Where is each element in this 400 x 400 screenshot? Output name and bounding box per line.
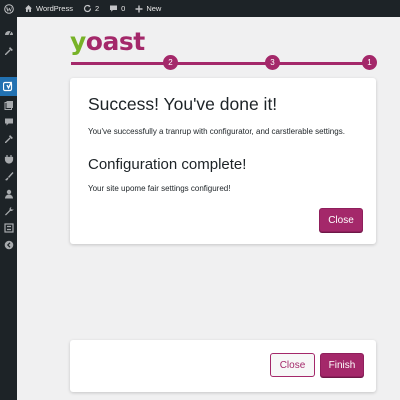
updates-count: 2 bbox=[94, 4, 100, 13]
pin-icon[interactable] bbox=[3, 133, 14, 144]
configuration-detail: Your site upome fair settings configured… bbox=[88, 184, 231, 193]
updates-icon bbox=[83, 4, 92, 13]
yoast-logo: yoast bbox=[70, 27, 145, 56]
plus-icon bbox=[135, 5, 143, 12]
dashboard-icon[interactable] bbox=[3, 27, 14, 38]
configuration-heading: Configuration complete! bbox=[88, 156, 247, 173]
footer-card: Close Finish bbox=[70, 340, 376, 392]
step-circle[interactable]: 1 bbox=[362, 55, 377, 70]
success-card: Success! You've done it! You've successf… bbox=[70, 78, 376, 244]
yoast-icon[interactable] bbox=[3, 81, 14, 92]
updates-item[interactable]: 2 bbox=[78, 0, 104, 17]
success-title: Success! You've done it! bbox=[88, 94, 278, 114]
footer-close-button[interactable]: Close bbox=[270, 353, 315, 377]
site-name-item[interactable]: WordPress bbox=[19, 0, 78, 17]
appearance-icon[interactable] bbox=[3, 170, 14, 181]
settings-icon[interactable] bbox=[3, 222, 14, 233]
stepper-track bbox=[71, 62, 373, 65]
tools-icon[interactable] bbox=[3, 205, 14, 216]
new-content-item[interactable]: New bbox=[130, 0, 166, 17]
logo-rest: oast bbox=[85, 27, 145, 56]
svg-text:W: W bbox=[6, 6, 13, 13]
collapse-icon[interactable] bbox=[3, 239, 14, 250]
comments-icon[interactable] bbox=[3, 116, 14, 127]
admin-sidebar bbox=[0, 17, 17, 400]
finish-button[interactable]: Finish bbox=[320, 353, 364, 377]
comments-count: 0 bbox=[121, 4, 126, 13]
posts-icon[interactable] bbox=[3, 45, 14, 56]
plugins-icon[interactable] bbox=[3, 153, 14, 164]
step-circle[interactable]: 2 bbox=[163, 55, 178, 70]
wordpress-icon: W bbox=[4, 3, 14, 14]
new-label: New bbox=[146, 4, 162, 13]
comment-bubble-icon bbox=[110, 5, 118, 12]
step-circle[interactable]: 3 bbox=[265, 55, 280, 70]
site-name-label: WordPress bbox=[36, 4, 73, 13]
wordpress-logo-item[interactable]: W bbox=[0, 0, 19, 17]
logo-first-letter: y bbox=[70, 27, 86, 56]
admin-bar: W WordPress 2 0 New bbox=[0, 0, 400, 17]
media-icon[interactable] bbox=[3, 99, 14, 110]
success-message: You've successfully a tranrup with confi… bbox=[88, 127, 345, 136]
users-icon[interactable] bbox=[3, 188, 14, 199]
close-button[interactable]: Close bbox=[319, 208, 363, 232]
comments-item[interactable]: 0 bbox=[104, 0, 130, 17]
home-icon bbox=[25, 5, 32, 12]
